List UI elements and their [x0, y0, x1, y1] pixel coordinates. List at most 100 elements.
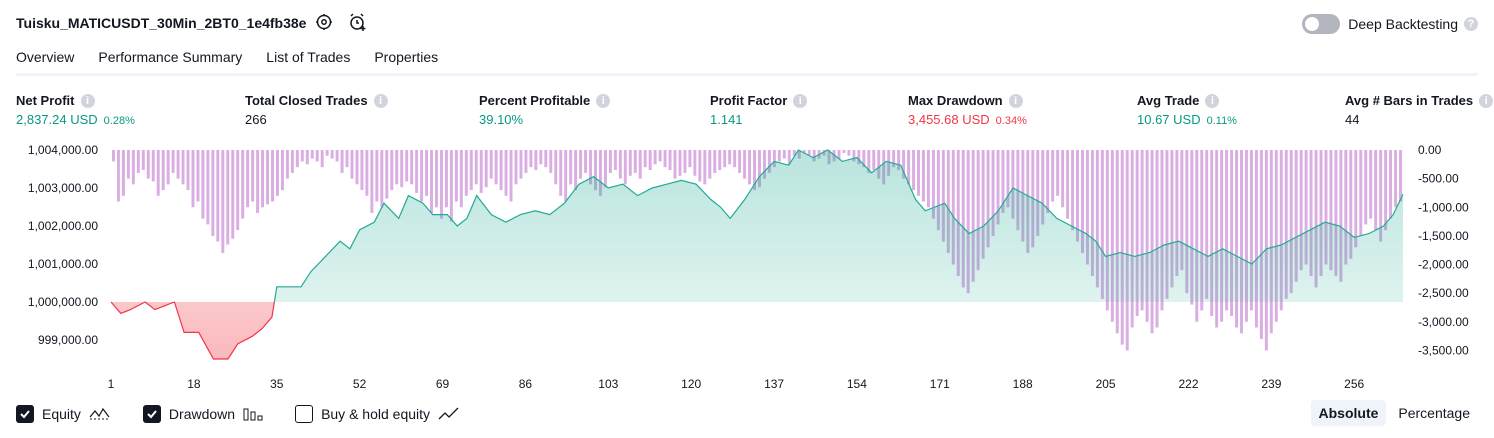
x-tick-label: 154 [847, 377, 867, 390]
y-right-tick-label: -3,500.00 [1418, 343, 1469, 357]
checkbox-equity[interactable] [16, 405, 34, 423]
tab-overview[interactable]: Overview [16, 44, 75, 76]
drawdown-bar [668, 150, 672, 171]
y-left-tick-label: 1,003,000.00 [28, 181, 98, 195]
tab-properties[interactable]: Properties [374, 44, 438, 74]
drawdown-bar [295, 150, 299, 168]
info-icon[interactable]: i [793, 93, 808, 108]
drawdown-bar [1364, 150, 1368, 225]
drawdown-bar [1384, 150, 1388, 231]
drawdown-bar [872, 150, 876, 171]
drawdown-bar [310, 150, 314, 159]
drawdown-bar [574, 150, 578, 191]
info-icon[interactable]: i [80, 93, 95, 108]
y-right-tick-label: 0.00 [1418, 143, 1442, 157]
settings-gear-icon[interactable] [314, 12, 334, 32]
metric-label: Max Drawdown [908, 93, 1003, 108]
metric-label: Avg # Bars in Trades [1345, 93, 1474, 108]
add-alert-icon[interactable] [348, 12, 368, 32]
drawdown-bar [514, 150, 518, 185]
drawdown-bar [176, 150, 180, 179]
y-left-tick-label: 1,000,000.00 [28, 295, 98, 309]
drawdown-bar [236, 150, 240, 231]
checkbox-buy-hold[interactable] [295, 405, 314, 423]
drawdown-bar [912, 150, 916, 191]
drawdown-bar [673, 150, 677, 179]
drawdown-bar [345, 150, 349, 168]
drawdown-bar [405, 150, 409, 182]
metric-avg-trade: Avg Trade i 10.67 USD 0.11% [1137, 93, 1237, 127]
drawdown-bar [444, 150, 448, 208]
metric-value: 3,455.68 USD [908, 112, 990, 127]
drawdown-bar [1240, 150, 1243, 334]
drawdown-bar [365, 150, 369, 196]
drawdown-bar [907, 150, 911, 185]
drawdown-bar [226, 150, 230, 245]
drawdown-bar [782, 150, 786, 159]
drawdown-bar [305, 150, 309, 165]
drawdown-bar [459, 150, 463, 208]
tab-performance-summary[interactable]: Performance Summary [98, 44, 242, 74]
toggle-switch[interactable] [1302, 14, 1341, 34]
scale-mode-switch: Absolute Percentage [1307, 400, 1479, 426]
x-tick-label: 137 [764, 377, 784, 390]
drawdown-bar [449, 150, 453, 222]
checkbox-drawdown[interactable] [142, 405, 161, 423]
drawdown-bar [111, 150, 115, 162]
legend-drawdown[interactable]: Drawdown [142, 405, 263, 423]
drawdown-bar [186, 150, 190, 191]
metric-label: Net Profit [16, 93, 75, 108]
metric-avg-bars-in-trades: Avg # Bars in Trades i 44 [1345, 93, 1494, 127]
drawdown-bar [683, 150, 687, 173]
drawdown-bar [489, 150, 493, 179]
deep-backtesting-toggle[interactable]: Deep Backtesting ? [1302, 13, 1478, 35]
mode-percentage-button[interactable]: Percentage [1390, 400, 1478, 426]
drawdown-bar [693, 150, 697, 176]
info-icon[interactable]: i [1205, 93, 1220, 108]
header-bar: Tuisku_MATICUSDT_30Min_2BT0_1e4fb38e Dee… [0, 0, 1494, 44]
equity-drawdown-chart[interactable]: 1,004,000.00 1,003,000.00 1,002,000.00 1,00… [0, 138, 1494, 390]
y-left-tick-label: 1,001,000.00 [28, 257, 98, 271]
drawdown-bar [261, 150, 265, 208]
info-icon[interactable]: i [1479, 93, 1494, 108]
help-icon[interactable]: ? [1464, 17, 1478, 31]
drawdown-bar [370, 150, 374, 213]
drawdown-bar [926, 150, 930, 208]
x-tick-label: 120 [681, 377, 701, 390]
info-icon[interactable]: i [373, 93, 388, 108]
drawdown-bar [529, 150, 533, 168]
drawdown-bar [335, 150, 339, 162]
x-tick-label: 18 [187, 377, 201, 390]
drawdown-bar [474, 150, 478, 185]
drawdown-bar [161, 150, 165, 191]
legend-equity[interactable]: Equity [16, 405, 111, 423]
drawdown-bar [703, 150, 707, 185]
drawdown-bar [628, 150, 632, 176]
drawdown-bar [633, 150, 637, 173]
x-tick-label: 103 [598, 377, 618, 390]
drawdown-bar [718, 150, 722, 171]
legend-buy-hold[interactable]: Buy & hold equity [295, 405, 460, 423]
tab-list-of-trades[interactable]: List of Trades [266, 44, 350, 74]
drawdown-bar [280, 150, 284, 191]
metric-label: Percent Profitable [479, 93, 591, 108]
drawdown-bar [400, 150, 404, 188]
drawdown-bar [171, 150, 175, 173]
drawdown-bar [549, 150, 553, 173]
drawdown-bar [116, 150, 120, 202]
drawdown-bar [738, 150, 742, 173]
drawdown-bar [1046, 150, 1050, 213]
mode-absolute-button[interactable]: Absolute [1310, 400, 1387, 426]
tab-divider [16, 73, 1478, 76]
metric-value: 39.10% [479, 112, 524, 127]
drawdown-bar [728, 150, 732, 165]
drawdown-bar [355, 150, 359, 185]
info-icon[interactable]: i [596, 93, 611, 108]
drawdown-bar [917, 150, 920, 196]
drawdown-bar [434, 150, 438, 208]
drawdown-bar [1394, 150, 1398, 208]
info-icon[interactable]: i [1008, 93, 1023, 108]
metric-profit-factor: Profit Factor i 1.141 [710, 93, 808, 127]
drawdown-bar [266, 150, 270, 205]
metric-value: 10.67 USD [1137, 112, 1201, 127]
